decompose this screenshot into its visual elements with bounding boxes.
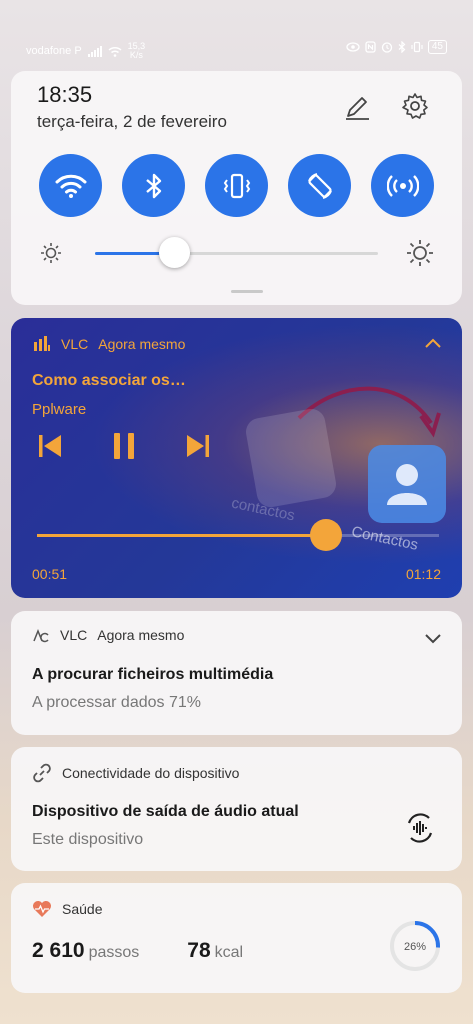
status-bar: vodafone P 15,3 K/s 45	[0, 34, 473, 62]
connectivity-notification[interactable]: Conectividade do dispositivo Dispositivo…	[11, 747, 462, 871]
media-progress-bar[interactable]	[37, 519, 439, 551]
media-current-time: 00:51	[32, 566, 68, 582]
media-controls	[35, 431, 213, 461]
steps-value: 2 610	[32, 939, 85, 962]
artwork-contacts-card-2	[368, 445, 446, 523]
quick-tiles-row	[39, 154, 434, 217]
wifi-icon	[55, 174, 86, 198]
brightness-high-icon	[407, 240, 433, 266]
health-title: Saúde	[62, 901, 103, 917]
media-progress-thumb[interactable]	[310, 519, 343, 551]
notification-app-name: Conectividade do dispositivo	[62, 765, 240, 781]
notification-text: A processar dados 71%	[32, 694, 201, 711]
media-header: VLC Agora mesmo	[33, 336, 185, 352]
auto-rotate-icon	[307, 172, 332, 199]
artwork-contacts-card-1	[243, 406, 339, 510]
health-stats: 2 610 passos 78 kcal	[32, 939, 287, 963]
edit-pencil-icon[interactable]	[342, 92, 372, 122]
notification-time: Agora mesmo	[97, 627, 185, 643]
health-card[interactable]: Saúde 2 610 passos 78 kcal 26%	[11, 883, 462, 993]
pause-icon[interactable]	[109, 431, 139, 461]
kcal-value: 78	[187, 939, 211, 962]
goal-percent-label: 26%	[404, 941, 426, 953]
battery-indicator: 45	[427, 40, 447, 54]
artwork-label: Contactos	[349, 523, 420, 554]
wifi-status-icon	[108, 46, 122, 57]
tile-bluetooth[interactable]	[122, 154, 185, 217]
vlc-icon	[33, 628, 49, 643]
tile-auto-rotate[interactable]	[288, 154, 351, 217]
tile-wifi[interactable]	[39, 154, 102, 217]
vlc-scan-notification[interactable]: VLC Agora mesmo A procurar ficheiros mul…	[11, 611, 462, 735]
tile-vibrate[interactable]	[205, 154, 268, 217]
audio-output-icon[interactable]	[403, 811, 437, 845]
vibrate-icon	[223, 173, 250, 198]
vlc-icon	[34, 336, 50, 351]
media-total-time: 01:12	[405, 566, 441, 582]
person-icon	[387, 464, 427, 505]
quick-settings-panel: 18:35 terça-feira, 2 de fevereiro	[11, 71, 462, 305]
clock-time: 18:35	[37, 82, 93, 107]
media-artist: Pplware	[32, 401, 87, 418]
vibrate-status-icon	[411, 41, 423, 53]
notification-app-name: VLC	[60, 627, 88, 643]
brightness-control	[39, 237, 434, 271]
network-speed: 15,3 K/s	[127, 41, 146, 60]
carrier-label: vodafone P	[26, 45, 82, 57]
media-notification[interactable]: contactos Contactos VLC Agora mesmo Como…	[11, 318, 462, 598]
tile-hotspot[interactable]	[371, 154, 434, 217]
alarm-icon	[381, 42, 393, 53]
media-time: Agora mesmo	[98, 336, 186, 352]
clock-date: terça-feira, 2 de fevereiro	[37, 112, 227, 131]
signal-icon	[87, 45, 102, 57]
panel-drag-handle[interactable]	[231, 290, 263, 293]
notification-title: Dispositivo de saída de áudio atual	[32, 803, 299, 820]
notification-text: Este dispositivo	[32, 831, 144, 848]
brightness-slider-thumb[interactable]	[159, 237, 191, 268]
heart-icon	[33, 901, 51, 917]
kcal-unit: kcal	[214, 944, 244, 961]
chevron-down-icon[interactable]	[424, 631, 442, 645]
goal-progress-ring: 26%	[390, 921, 440, 971]
skip-next-icon[interactable]	[183, 431, 213, 461]
gear-icon[interactable]	[400, 91, 430, 121]
bluetooth-status-icon	[398, 41, 406, 53]
brightness-low-icon	[41, 243, 61, 263]
health-header: Saúde	[32, 900, 102, 918]
brightness-slider[interactable]	[95, 237, 378, 268]
notification-title: A procurar ficheiros multimédia	[32, 666, 274, 683]
bluetooth-icon	[145, 173, 161, 198]
chevron-up-icon[interactable]	[424, 336, 442, 350]
link-icon	[33, 763, 51, 783]
notification-header: VLC Agora mesmo	[32, 627, 184, 643]
skip-previous-icon[interactable]	[35, 431, 65, 461]
media-title: Como associar os…	[32, 372, 186, 389]
steps-unit: passos	[88, 944, 140, 961]
media-app-name: VLC	[61, 336, 89, 352]
eye-icon	[346, 42, 360, 52]
notification-header: Conectividade do dispositivo	[32, 763, 239, 783]
media-progress-fill	[37, 534, 327, 537]
hotspot-icon	[386, 174, 419, 197]
nfc-icon	[365, 41, 376, 53]
